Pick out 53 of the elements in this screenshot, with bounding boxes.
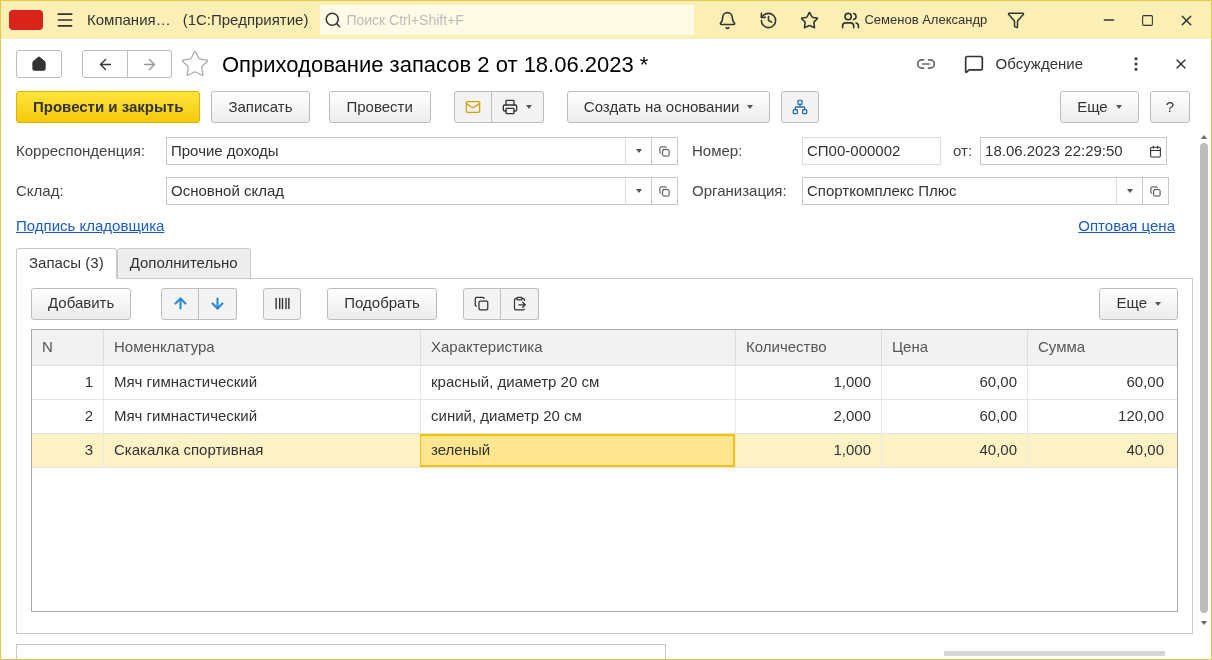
table-cell: синий, диаметр 20 см (420, 399, 735, 433)
column-header[interactable]: Номенклатура (103, 329, 420, 365)
storekeeper-signature-link[interactable]: Подпись кладовщика (16, 215, 165, 238)
table-cell: 60,00 (881, 399, 1027, 433)
column-header[interactable]: Характеристика (420, 329, 735, 365)
select-field[interactable]: Основной склад (166, 177, 652, 205)
more-button[interactable]: Еще (1060, 91, 1139, 123)
column-header[interactable]: N (32, 329, 103, 365)
user-name[interactable]: Семенов Александр (864, 10, 988, 30)
table-cell: красный, диаметр 20 см (420, 365, 735, 399)
table-cell: 1,000 (735, 365, 881, 399)
post-button[interactable]: Провести (328, 91, 431, 123)
discussion-link[interactable]: Обсуждение (995, 52, 1083, 76)
create-based-on-button[interactable]: Создать на основании (566, 91, 771, 123)
wholesale-price-link[interactable]: Оптовая цена (1078, 215, 1175, 238)
write-button[interactable]: Записать (211, 91, 310, 123)
date-field[interactable]: 18.06.2023 22:29:50 (980, 137, 1168, 165)
tab[interactable]: Дополнительно (116, 247, 251, 279)
table-row[interactable]: 3 Скакалка спортивная зеленый 1,000 40,00 40,00 (32, 433, 1177, 468)
field-label: Организация: (692, 180, 788, 201)
table-cell: 60,00 (1027, 365, 1174, 399)
table-cell-text: 2 (83, 405, 94, 426)
add-button[interactable]: Добавить (31, 287, 132, 320)
field-label: Склад: (16, 180, 65, 201)
number-field[interactable]: СП00-000002 (802, 137, 941, 165)
tab[interactable]: Запасы (3) (16, 247, 117, 279)
search-input[interactable]: Поиск Ctrl+Shift+F (346, 9, 691, 31)
table-cell: 120,00 (1027, 399, 1174, 433)
select-field[interactable]: Спорткомплекс Плюс (802, 177, 1143, 205)
table-row[interactable]: 1 Мяч гимнастический красный, диаметр 20 см 1,000 60,00 60,00 (32, 365, 1177, 400)
column-header[interactable]: Сумма (1027, 329, 1174, 365)
help-button[interactable]: ? (1149, 91, 1190, 123)
field-label: Корреспонденция: (16, 140, 146, 161)
more-button[interactable]: Еще (1099, 287, 1178, 320)
column-header[interactable]: Цена (881, 329, 1027, 365)
table-cell: 60,00 (881, 365, 1027, 399)
table-cell: зеленый (420, 433, 735, 467)
table-cell: Мяч гимнастический (103, 365, 420, 399)
table-cell: 2,000 (735, 399, 881, 433)
field-label: Номер: (692, 140, 744, 161)
document-title: Оприходование запасов 2 от 18.06.2023 * (222, 50, 649, 79)
date-label: от: (953, 140, 973, 161)
post-and-close-button[interactable]: Провести и закрыть (16, 91, 201, 123)
table-cell: Мяч гимнастический (103, 399, 420, 433)
column-header[interactable]: Количество (735, 329, 881, 365)
pick-button[interactable]: Подобрать (327, 287, 437, 320)
search-field[interactable]: Поиск Ctrl+Shift+F (320, 5, 695, 35)
table-cell-text: 3 (83, 439, 94, 460)
app-name: Компания… (87, 9, 171, 30)
table-row[interactable]: 2 Мяч гимнастический синий, диаметр 20 см 2,000 60,00 120,00 (32, 399, 1177, 434)
select-field[interactable]: Прочие доходы (166, 137, 652, 165)
app-kind: (1С:Предприятие) (182, 9, 309, 30)
table-cell-text: 1 (83, 371, 94, 392)
